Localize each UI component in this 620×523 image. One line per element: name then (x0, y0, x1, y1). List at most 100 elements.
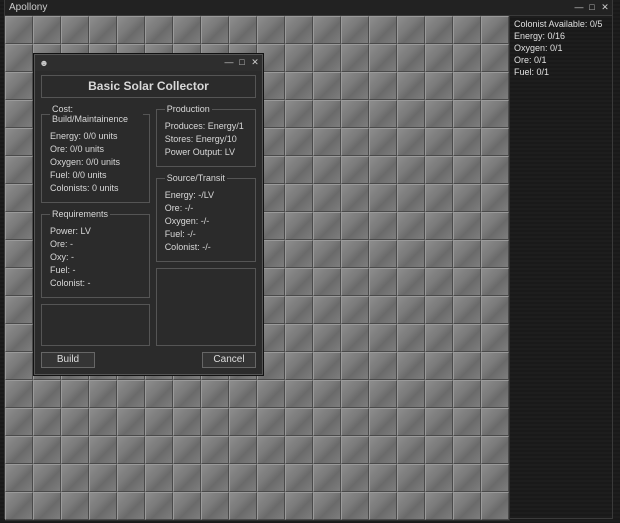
build-button[interactable]: Build (41, 352, 95, 368)
grid-tile[interactable] (397, 352, 425, 380)
grid-tile[interactable] (453, 212, 481, 240)
grid-tile[interactable] (89, 436, 117, 464)
grid-tile[interactable] (313, 436, 341, 464)
grid-tile[interactable] (481, 296, 509, 324)
grid-tile[interactable] (369, 464, 397, 492)
grid-tile[interactable] (313, 128, 341, 156)
grid-tile[interactable] (61, 492, 89, 520)
grid-tile[interactable] (285, 184, 313, 212)
grid-tile[interactable] (33, 464, 61, 492)
grid-tile[interactable] (145, 436, 173, 464)
grid-tile[interactable] (5, 72, 33, 100)
grid-tile[interactable] (313, 492, 341, 520)
grid-tile[interactable] (5, 240, 33, 268)
grid-tile[interactable] (173, 464, 201, 492)
grid-tile[interactable] (229, 408, 257, 436)
grid-tile[interactable] (285, 408, 313, 436)
grid-tile[interactable] (201, 380, 229, 408)
grid-tile[interactable] (257, 436, 285, 464)
grid-tile[interactable] (425, 492, 453, 520)
grid-tile[interactable] (369, 44, 397, 72)
dialog-titlebar[interactable]: ☻ — □ ✕ (35, 55, 262, 71)
grid-tile[interactable] (5, 268, 33, 296)
grid-tile[interactable] (201, 408, 229, 436)
grid-tile[interactable] (341, 156, 369, 184)
grid-tile[interactable] (201, 436, 229, 464)
grid-tile[interactable] (425, 44, 453, 72)
maximize-icon[interactable]: □ (587, 3, 597, 13)
grid-tile[interactable] (117, 16, 145, 44)
grid-tile[interactable] (369, 492, 397, 520)
grid-tile[interactable] (229, 16, 257, 44)
grid-tile[interactable] (341, 268, 369, 296)
grid-tile[interactable] (173, 408, 201, 436)
grid-tile[interactable] (89, 380, 117, 408)
grid-tile[interactable] (229, 380, 257, 408)
grid-tile[interactable] (369, 352, 397, 380)
grid-tile[interactable] (425, 296, 453, 324)
grid-tile[interactable] (117, 408, 145, 436)
grid-tile[interactable] (453, 436, 481, 464)
grid-tile[interactable] (341, 212, 369, 240)
grid-tile[interactable] (5, 464, 33, 492)
grid-tile[interactable] (425, 72, 453, 100)
grid-tile[interactable] (33, 408, 61, 436)
grid-tile[interactable] (453, 324, 481, 352)
dialog-minimize-icon[interactable]: — (224, 58, 234, 68)
grid-tile[interactable] (285, 100, 313, 128)
grid-tile[interactable] (285, 296, 313, 324)
grid-tile[interactable] (425, 436, 453, 464)
grid-tile[interactable] (397, 72, 425, 100)
grid-tile[interactable] (313, 268, 341, 296)
grid-tile[interactable] (313, 352, 341, 380)
grid-tile[interactable] (369, 156, 397, 184)
grid-tile[interactable] (369, 184, 397, 212)
grid-tile[interactable] (229, 492, 257, 520)
grid-tile[interactable] (369, 436, 397, 464)
grid-tile[interactable] (397, 464, 425, 492)
grid-tile[interactable] (481, 100, 509, 128)
grid-tile[interactable] (481, 156, 509, 184)
grid-tile[interactable] (481, 380, 509, 408)
grid-tile[interactable] (89, 16, 117, 44)
grid-tile[interactable] (33, 436, 61, 464)
grid-tile[interactable] (5, 44, 33, 72)
grid-tile[interactable] (453, 296, 481, 324)
grid-tile[interactable] (425, 212, 453, 240)
grid-tile[interactable] (145, 464, 173, 492)
grid-tile[interactable] (425, 268, 453, 296)
grid-tile[interactable] (397, 100, 425, 128)
grid-tile[interactable] (173, 492, 201, 520)
grid-tile[interactable] (453, 72, 481, 100)
grid-tile[interactable] (481, 408, 509, 436)
grid-tile[interactable] (173, 380, 201, 408)
grid-tile[interactable] (397, 380, 425, 408)
grid-tile[interactable] (453, 184, 481, 212)
grid-tile[interactable] (145, 408, 173, 436)
grid-tile[interactable] (341, 240, 369, 268)
grid-tile[interactable] (369, 324, 397, 352)
grid-tile[interactable] (229, 464, 257, 492)
grid-tile[interactable] (453, 408, 481, 436)
grid-tile[interactable] (397, 184, 425, 212)
grid-tile[interactable] (425, 352, 453, 380)
grid-tile[interactable] (117, 380, 145, 408)
grid-tile[interactable] (285, 156, 313, 184)
grid-tile[interactable] (5, 408, 33, 436)
grid-tile[interactable] (173, 436, 201, 464)
grid-tile[interactable] (117, 436, 145, 464)
grid-tile[interactable] (369, 100, 397, 128)
grid-tile[interactable] (201, 16, 229, 44)
grid-tile[interactable] (285, 380, 313, 408)
grid-tile[interactable] (285, 212, 313, 240)
grid-tile[interactable] (201, 464, 229, 492)
grid-tile[interactable] (341, 352, 369, 380)
grid-tile[interactable] (453, 492, 481, 520)
minimize-icon[interactable]: — (574, 3, 584, 13)
grid-tile[interactable] (341, 324, 369, 352)
grid-tile[interactable] (5, 100, 33, 128)
grid-tile[interactable] (33, 380, 61, 408)
grid-tile[interactable] (145, 492, 173, 520)
grid-tile[interactable] (369, 240, 397, 268)
grid-tile[interactable] (61, 464, 89, 492)
